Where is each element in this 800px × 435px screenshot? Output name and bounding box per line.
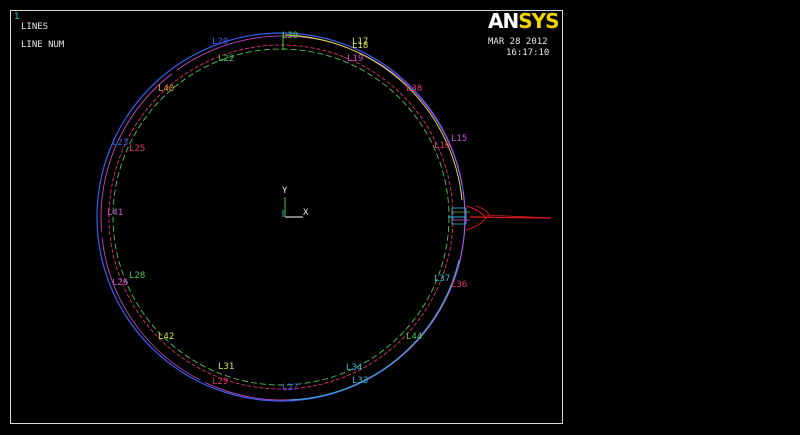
line-label-l26: L26 xyxy=(112,278,128,288)
triad-x-label: X xyxy=(303,208,309,218)
line-label-l28: L28 xyxy=(129,271,145,281)
line-label-l27: L27 xyxy=(282,383,298,393)
line-label-l33: L33 xyxy=(352,376,368,386)
line-label-l31: L31 xyxy=(218,362,234,372)
line-label-l37: L37 xyxy=(434,274,450,284)
triad-y-label: Y xyxy=(282,186,288,196)
line-label-l38: L38 xyxy=(406,84,422,94)
line-label-l16: L16 xyxy=(434,141,450,151)
coordinate-triad: Y X xyxy=(282,186,309,218)
line-label-l39: L39 xyxy=(282,31,298,41)
line-label-l25: L25 xyxy=(129,144,145,154)
line-label-l44: L44 xyxy=(406,332,422,342)
line-label-l40: L40 xyxy=(158,84,174,94)
line-label-l36: L36 xyxy=(451,280,467,290)
line-label-l42: L42 xyxy=(158,332,174,342)
line-label-l15: L15 xyxy=(451,134,467,144)
line-label-l20: L20 xyxy=(212,37,228,47)
model-plot: Y X L20L39L17L18L22 L19L40 L38L15L16L23L25… xyxy=(96,31,552,402)
line-label-l22: L22 xyxy=(218,54,234,64)
line-label-l23: L23 xyxy=(112,138,128,148)
line-label-l19: L19 xyxy=(347,54,363,64)
line-label-l18: L18 xyxy=(352,41,368,51)
line-label-l29: L29 xyxy=(212,377,228,387)
crack-detail xyxy=(451,205,552,231)
line-label-l34: L34 xyxy=(346,363,362,373)
line-label-l41: L41 xyxy=(107,208,123,218)
line-labels: L20L39L17L18L22 L19L40 L38L15L16L23L25L41L… xyxy=(107,31,467,393)
